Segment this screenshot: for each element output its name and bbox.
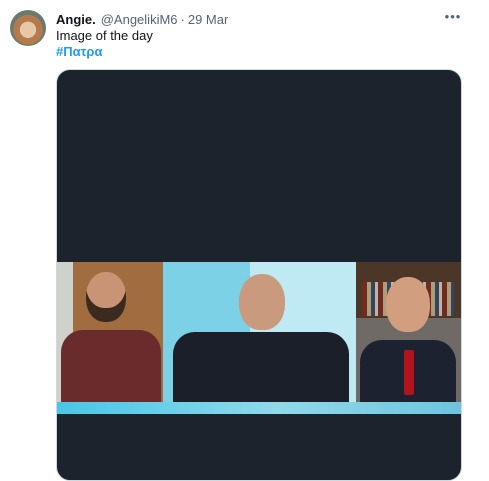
left-guest-panel <box>57 262 163 402</box>
lower-third-bar <box>57 402 461 414</box>
avatar[interactable] <box>10 10 46 46</box>
right-guest-head <box>386 277 430 332</box>
center-guest-panel <box>163 262 356 402</box>
left-guest-body <box>61 330 161 402</box>
tweet-date[interactable]: 29 Mar <box>188 12 228 27</box>
tweet[interactable]: Angie. @AngelikiM6 · 29 Mar ••• Image of… <box>0 0 489 481</box>
hashtag-link[interactable]: #Πατρα <box>56 44 102 59</box>
tweet-header: Angie. @AngelikiM6 · 29 Mar <box>56 10 228 28</box>
left-guest-head <box>86 272 126 322</box>
video-still <box>57 262 461 414</box>
more-horizontal-icon[interactable]: ••• <box>444 8 462 26</box>
tweet-media[interactable] <box>56 69 462 481</box>
center-guest-body <box>173 332 349 402</box>
center-guest-head <box>239 274 285 330</box>
user-handle[interactable]: @AngelikiM6 <box>101 12 178 27</box>
separator-dot: · <box>180 11 185 27</box>
right-guest-tie <box>404 350 414 395</box>
display-name[interactable]: Angie. <box>56 12 96 27</box>
tweet-text: Image of the day <box>56 28 153 43</box>
right-guest-panel <box>356 262 461 402</box>
